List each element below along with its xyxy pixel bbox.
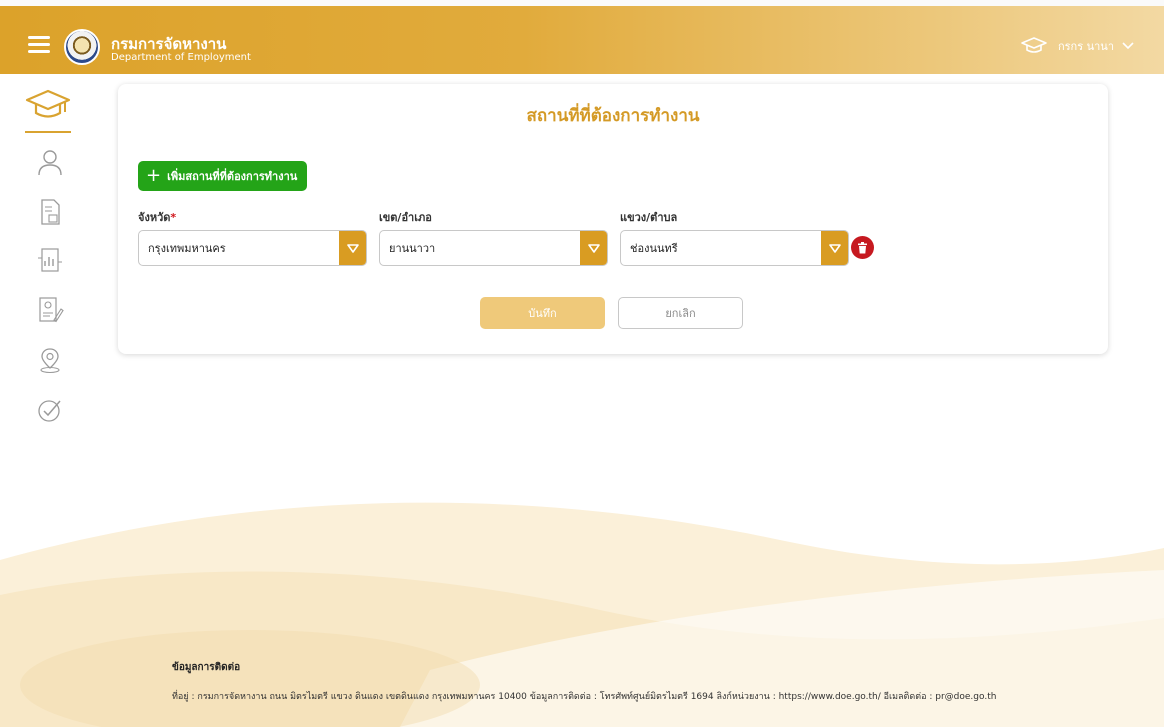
- menu-icon[interactable]: [28, 36, 50, 53]
- location-pin-icon[interactable]: [36, 346, 64, 374]
- work-location-card: สถานที่ที่ต้องการทำงาน + เพิ่มสถานที่ที่…: [118, 84, 1108, 354]
- district-select[interactable]: ยานนาวา: [379, 230, 608, 266]
- check-circle-icon[interactable]: [36, 396, 64, 424]
- contact-title: ข้อมูลการติดต่อ: [172, 662, 241, 673]
- add-button-label: เพิ่มสถานที่ที่ต้องการทำงาน: [167, 170, 298, 183]
- required-mark: *: [170, 211, 177, 224]
- save-button[interactable]: บันทึก: [480, 297, 605, 329]
- chevron-down-icon: [1122, 42, 1134, 50]
- district-label: เขต/อำเภอ: [379, 211, 432, 224]
- trash-icon: [858, 241, 867, 253]
- user-icon[interactable]: [36, 148, 64, 176]
- resume-chart-icon[interactable]: [36, 246, 64, 274]
- org-name-en: Department of Employment: [111, 52, 251, 63]
- cancel-button[interactable]: ยกเลิก: [618, 297, 743, 329]
- user-name: กรกร นานา: [1057, 40, 1114, 53]
- page-title: สถานที่ที่ต้องการทำงาน: [526, 106, 700, 126]
- plus-icon: +: [146, 165, 162, 186]
- add-work-location-button[interactable]: + เพิ่มสถานที่ที่ต้องการทำงาน: [138, 161, 308, 191]
- subdistrict-value: ช่องนนทรี: [630, 242, 678, 255]
- user-menu[interactable]: กรกร นานา: [1020, 36, 1144, 56]
- delete-location-button[interactable]: [851, 236, 874, 259]
- province-select[interactable]: กรุงเทพมหานคร: [138, 230, 367, 266]
- top-header: กรมการจัดหางาน Department of Employment …: [0, 6, 1164, 74]
- dropdown-arrow-icon: [580, 231, 607, 265]
- contact-address: ที่อยู่ : กรมการจัดหางาน ถนน มิตรไมตรี แ…: [172, 692, 997, 702]
- subdistrict-select[interactable]: ช่องนนทรี: [620, 230, 849, 266]
- document-icon[interactable]: [36, 198, 64, 226]
- dropdown-arrow-icon: [339, 231, 366, 265]
- department-seal-logo: [64, 29, 100, 65]
- province-label: จังหวัด*: [138, 211, 177, 224]
- dropdown-arrow-icon: [821, 231, 848, 265]
- profile-edit-icon[interactable]: [36, 296, 64, 324]
- subdistrict-label: แขวง/ตำบล: [620, 211, 678, 224]
- district-value: ยานนาวา: [389, 242, 436, 255]
- graduation-cap-icon[interactable]: [24, 86, 72, 126]
- graduation-cap-icon: [1021, 37, 1047, 53]
- province-value: กรุงเทพมหานคร: [148, 242, 226, 255]
- sidebar-active-indicator: [25, 131, 71, 133]
